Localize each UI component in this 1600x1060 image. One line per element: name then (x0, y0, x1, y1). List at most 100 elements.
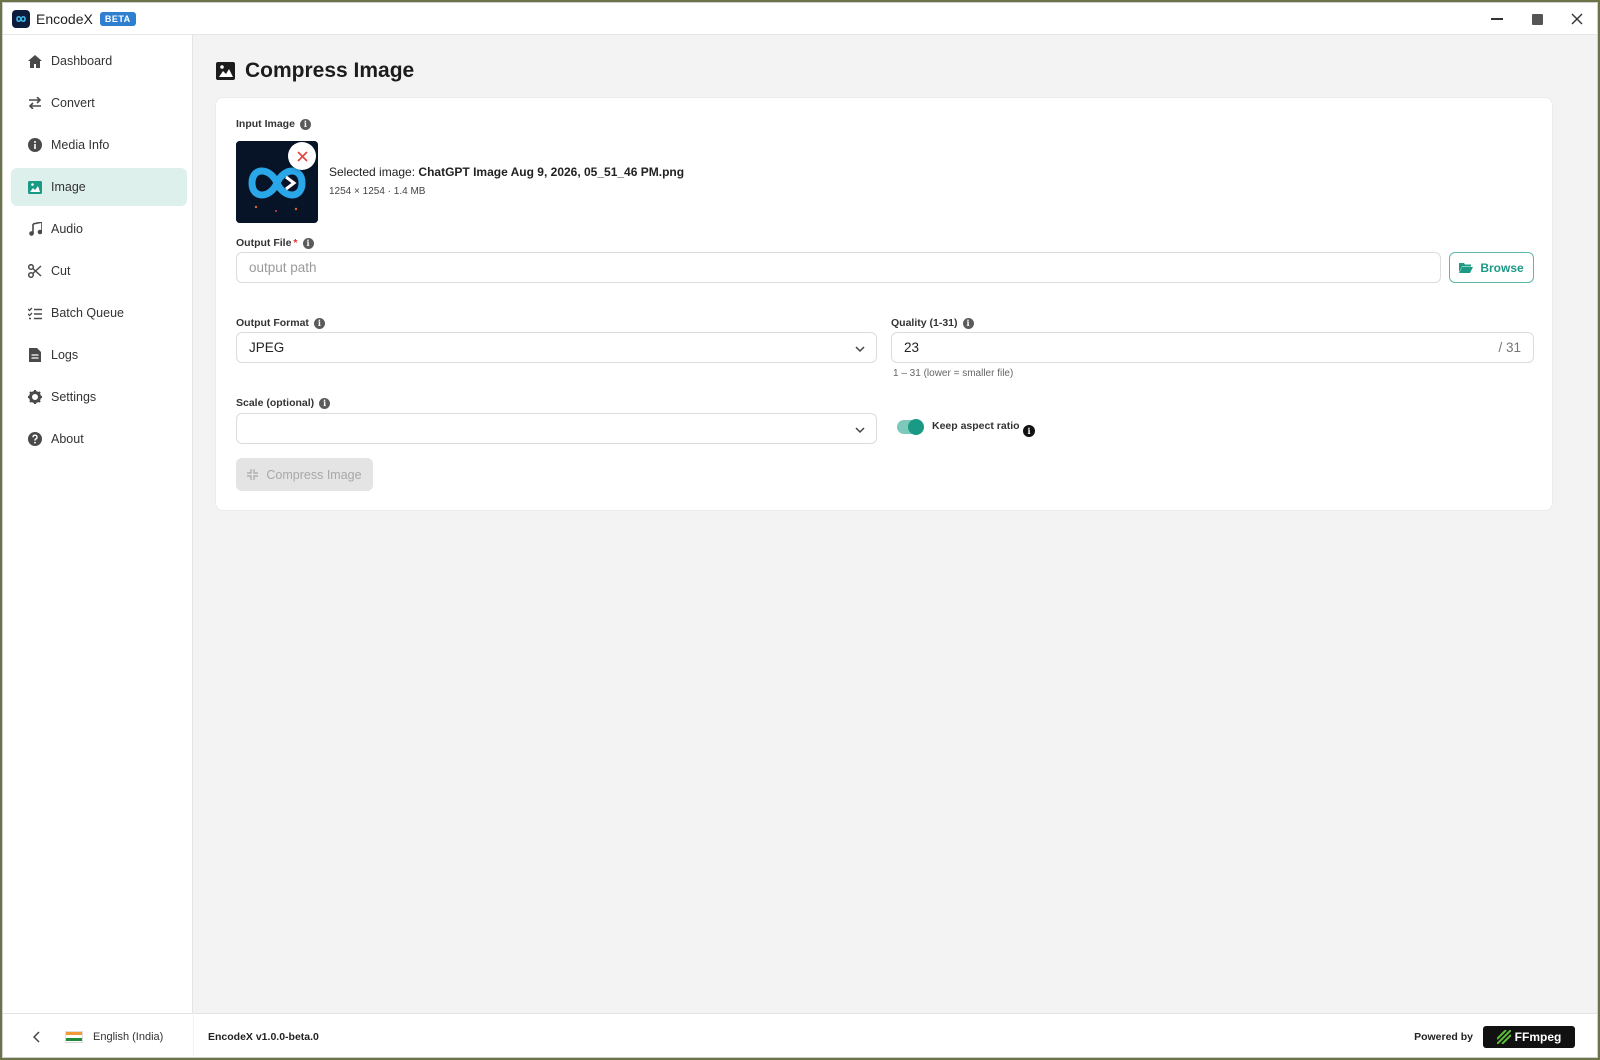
browse-label: Browse (1480, 260, 1524, 275)
output-format-value: JPEG (249, 340, 285, 355)
sidebar-item-about[interactable]: About (11, 420, 187, 458)
output-format-select[interactable]: JPEG (236, 332, 877, 363)
keep-aspect-info[interactable]: i (1023, 421, 1035, 439)
output-format-label-text: Output Format (236, 317, 309, 329)
sidebar-item-label: Cut (51, 264, 71, 278)
quality-suffix: / 31 (1498, 340, 1521, 355)
image-icon (27, 179, 43, 195)
minimize-button[interactable] (1477, 3, 1517, 35)
sidebar-item-label: Convert (51, 96, 95, 110)
output-format-label: Output Format i (236, 317, 325, 329)
language-selector[interactable]: English (India) (93, 1031, 163, 1043)
output-path-field[interactable] (236, 252, 1441, 283)
status-footer: EncodeX v1.0.0-beta.0 Powered by FFmpeg (194, 1013, 1597, 1057)
main-content: Compress Image Input Image i Selected im… (194, 35, 1597, 1057)
home-icon (27, 53, 43, 69)
version-label: EncodeX v1.0.0-beta.0 (208, 1030, 319, 1043)
close-window-button[interactable] (1557, 3, 1597, 35)
compress-icon (247, 469, 259, 480)
image-details: 1254 × 1254 · 1.4 MB (329, 186, 426, 197)
info-icon[interactable]: i (313, 317, 325, 329)
maximize-icon (1531, 13, 1543, 25)
sidebar-item-label: Logs (51, 348, 79, 362)
output-file-label: Output File * i (236, 237, 314, 249)
chevron-left-icon (33, 1030, 40, 1043)
close-icon (1571, 13, 1583, 25)
selected-image-text: Selected image: ChatGPT Image Aug 9, 202… (329, 165, 684, 179)
chevron-down-icon (855, 346, 865, 353)
scale-select[interactable] (236, 413, 877, 444)
sidebar: Dashboard Convert Media Info Image Audio… (3, 35, 193, 1057)
window-controls (1477, 3, 1597, 35)
gear-icon (27, 389, 43, 405)
info-icon[interactable]: i (302, 237, 314, 249)
sidebar-item-batch-queue[interactable]: Batch Queue (11, 294, 187, 332)
page-title: Compress Image (245, 59, 415, 82)
sidebar-item-dashboard[interactable]: Dashboard (11, 42, 187, 80)
collapse-sidebar-button[interactable] (29, 1029, 45, 1045)
app-window: EncodeX BETA Dashboard Convert Media Inf… (2, 2, 1598, 1058)
sidebar-item-label: About (51, 432, 84, 446)
app-logo-icon (12, 9, 30, 28)
info-icon[interactable]: i (962, 317, 974, 329)
sidebar-item-label: Dashboard (51, 54, 113, 68)
folder-open-icon (1459, 263, 1474, 273)
sidebar-item-media-info[interactable]: Media Info (11, 126, 187, 164)
beta-badge: BETA (99, 11, 136, 26)
india-flag-icon[interactable] (65, 1030, 83, 1043)
ffmpeg-label: FFmpeg (1514, 1029, 1562, 1044)
ffmpeg-icon (1496, 1029, 1511, 1044)
maximize-button[interactable] (1517, 3, 1557, 35)
ffmpeg-logo[interactable]: FFmpeg (1483, 1025, 1575, 1048)
sidebar-item-convert[interactable]: Convert (11, 84, 187, 122)
sidebar-footer: English (India) (3, 1013, 193, 1057)
powered-by-label: Powered by (1414, 1030, 1473, 1043)
compress-image-label: Compress Image (266, 467, 362, 482)
sidebar-item-label: Batch Queue (51, 306, 124, 320)
sidebar-item-label: Settings (51, 390, 97, 404)
sidebar-item-logs[interactable]: Logs (11, 336, 187, 374)
browse-button[interactable]: Browse (1449, 252, 1534, 283)
minimize-icon (1491, 18, 1503, 20)
music-note-icon (27, 221, 43, 237)
sidebar-item-settings[interactable]: Settings (11, 378, 187, 416)
list-check-icon (27, 305, 43, 321)
toggle-knob (908, 419, 924, 435)
keep-aspect-toggle[interactable] (897, 419, 924, 435)
quality-label: Quality (1-31) i (891, 317, 974, 329)
chevron-down-icon (855, 427, 865, 434)
sidebar-item-label: Media Info (51, 138, 110, 152)
page-header: Compress Image (216, 59, 414, 83)
input-image-label-text: Input Image (236, 118, 295, 130)
close-icon (296, 150, 308, 162)
sidebar-item-image[interactable]: Image (11, 168, 187, 206)
app-title: EncodeX (36, 10, 93, 27)
quality-label-text: Quality (1-31) (891, 317, 958, 329)
scale-label-text: Scale (optional) (236, 397, 315, 409)
quality-helper-text: 1 – 31 (lower = smaller file) (893, 368, 1014, 379)
scissors-icon (27, 263, 43, 279)
keep-aspect-label: Keep aspect ratio (932, 420, 1020, 432)
sidebar-item-label: Audio (51, 222, 83, 236)
quality-input[interactable] (904, 340, 1533, 355)
sidebar-item-audio[interactable]: Audio (11, 210, 187, 248)
input-image-label: Input Image i (236, 118, 311, 130)
info-icon[interactable]: i (1023, 425, 1035, 437)
quality-field[interactable]: / 31 (891, 332, 1534, 363)
required-mark: * (293, 237, 298, 249)
file-icon (27, 347, 43, 363)
info-circle-icon (27, 137, 43, 153)
sidebar-item-cut[interactable]: Cut (11, 252, 187, 290)
remove-image-button[interactable] (288, 142, 316, 170)
info-icon[interactable]: i (299, 118, 311, 130)
title-bar: EncodeX BETA (3, 3, 1597, 35)
output-file-label-text: Output File (236, 237, 292, 249)
swap-icon (27, 95, 43, 111)
question-icon (27, 431, 43, 447)
selected-image-prefix: Selected image: (329, 165, 416, 179)
sidebar-item-label: Image (51, 180, 86, 194)
info-icon[interactable]: i (319, 397, 331, 409)
scale-label: Scale (optional) i (236, 397, 331, 409)
compress-image-button[interactable]: Compress Image (236, 458, 373, 491)
output-path-input[interactable] (249, 260, 1440, 275)
